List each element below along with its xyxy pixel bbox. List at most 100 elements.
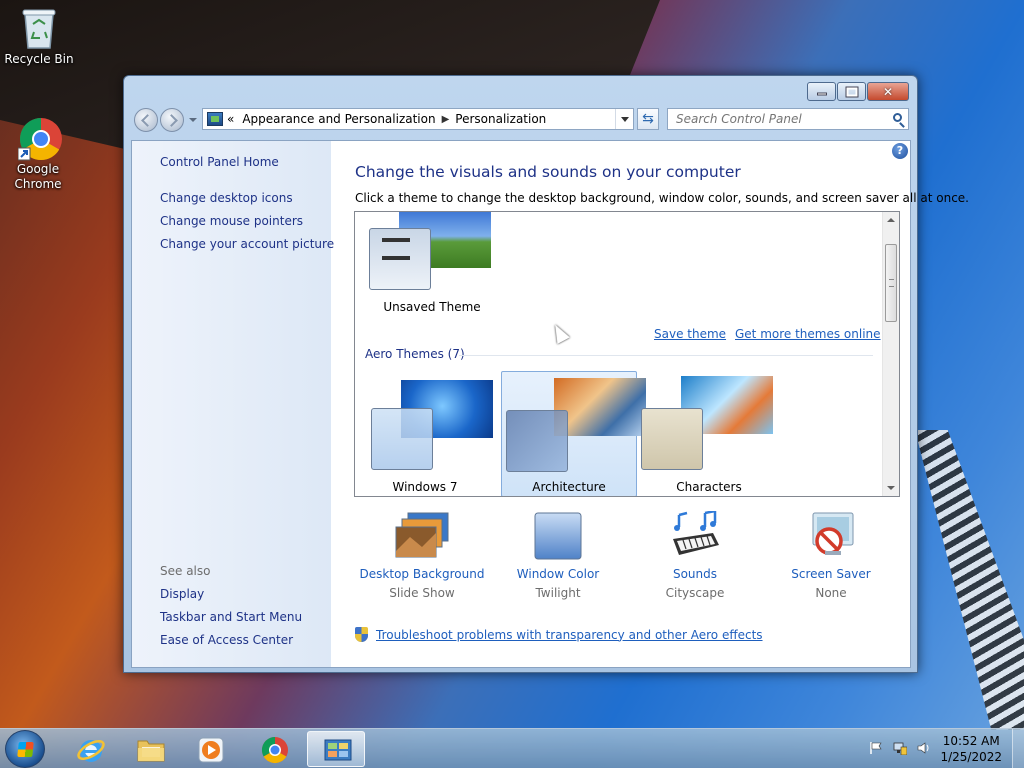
search-input[interactable]	[668, 109, 878, 129]
breadcrumb-appearance[interactable]: Appearance and Personalization	[242, 112, 435, 126]
scroll-thumb[interactable]	[885, 244, 897, 322]
refresh-button[interactable]: ⇆	[637, 108, 659, 130]
media-player-icon	[196, 735, 224, 763]
system-clock[interactable]: 10:52 AM 1/25/2022	[940, 733, 1002, 765]
ease-of-access-link[interactable]: Ease of Access Center	[160, 633, 293, 647]
main-content: ? Change the visuals and sounds on your …	[331, 141, 969, 667]
sounds-setting[interactable]: Sounds Cityscape	[627, 509, 763, 600]
screen-saver-icon	[803, 511, 859, 561]
theme-settings-bar: Desktop Background Slide Show Window Col…	[331, 509, 912, 611]
address-dropdown-button[interactable]	[615, 109, 633, 129]
change-desktop-icons-link[interactable]: Change desktop icons	[160, 191, 293, 205]
desktop-background-title: Desktop Background	[359, 567, 485, 581]
window-color-title: Window Color	[516, 567, 600, 581]
refresh-icon: ⇆	[642, 111, 654, 127]
control-panel-taskbar-icon	[323, 736, 352, 764]
action-center-flag-icon[interactable]	[869, 741, 883, 755]
theme-windows-7-label: Windows 7	[392, 480, 458, 494]
recycle-bin-icon	[19, 6, 59, 49]
screen-saver-title: Screen Saver	[791, 567, 871, 581]
window-color-setting[interactable]: Window Color Twilight	[490, 511, 626, 600]
personalization-window: ✕ « Appearance and Personalization ▶ Per…	[123, 75, 969, 673]
desktop-icon-google-chrome[interactable]: Google Chrome	[2, 116, 74, 192]
taskbar-media-player[interactable]	[181, 731, 239, 767]
desktop-background-setting[interactable]: Desktop Background Slide Show	[354, 511, 490, 600]
taskbar-control-panel[interactable]	[307, 731, 365, 767]
taskbar-internet-explorer[interactable]	[61, 731, 119, 767]
show-desktop-button[interactable]	[1012, 729, 1024, 768]
theme-architecture-window-preview	[506, 410, 568, 472]
control-panel-icon	[207, 112, 223, 126]
internet-explorer-icon	[76, 735, 105, 763]
minimize-icon	[816, 92, 827, 96]
chrome-icon	[17, 116, 62, 161]
caption-buttons: ✕	[806, 82, 909, 101]
search-box[interactable]	[667, 108, 909, 130]
theme-list-scrollbar[interactable]	[882, 212, 899, 496]
theme-windows-7-window-preview	[371, 408, 433, 470]
help-icon[interactable]: ?	[892, 143, 908, 159]
taskbar-google-chrome[interactable]	[245, 731, 303, 767]
start-button[interactable]	[5, 730, 45, 768]
window-color-icon	[530, 511, 586, 561]
sounds-value: Cityscape	[665, 586, 725, 600]
desktop-background-value: Slide Show	[389, 586, 455, 600]
theme-unsaved[interactable]: Unsaved Theme	[369, 212, 519, 314]
control-panel-home-link[interactable]: Control Panel Home	[160, 155, 279, 169]
change-mouse-pointers-link[interactable]: Change mouse pointers	[160, 214, 303, 228]
client-area: Control Panel Home Change desktop icons …	[131, 140, 969, 668]
forward-button[interactable]	[160, 108, 184, 132]
desktop-icon-recycle-bin[interactable]: Recycle Bin	[3, 6, 75, 67]
get-more-themes-link[interactable]: Get more themes online	[735, 327, 881, 341]
theme-list: Unsaved Theme Save theme Get more themes…	[354, 211, 900, 497]
address-back-chevrons[interactable]: «	[227, 112, 234, 126]
notification-area: 10:52 AM 1/25/2022	[854, 729, 1024, 768]
screen-saver-value: None	[815, 586, 847, 600]
theme-characters-label: Characters	[676, 480, 742, 494]
scroll-down-arrow-icon[interactable]	[887, 486, 895, 490]
search-icon[interactable]	[893, 113, 902, 122]
taskbar: 10:52 AM 1/25/2022	[0, 728, 1024, 768]
task-pane: Control Panel Home Change desktop icons …	[132, 141, 334, 667]
troubleshoot-aero-label: Troubleshoot problems with transparency …	[376, 627, 763, 642]
back-button[interactable]	[134, 108, 158, 132]
recent-pages-dropdown[interactable]	[189, 118, 197, 122]
taskbar-windows-explorer[interactable]	[121, 731, 179, 767]
address-bar[interactable]: « Appearance and Personalization ▶ Perso…	[202, 108, 634, 130]
theme-architecture[interactable]: Architecture	[501, 371, 646, 496]
folder-icon	[136, 735, 165, 763]
theme-characters[interactable]: Characters	[641, 370, 777, 496]
theme-architecture-label: Architecture	[532, 480, 606, 494]
maximize-icon	[845, 86, 858, 97]
page-title: Change the visuals and sounds on your co…	[355, 163, 741, 181]
minimize-button[interactable]	[807, 82, 836, 101]
desktop-background-icon	[394, 511, 450, 561]
close-button[interactable]: ✕	[867, 82, 909, 101]
theme-windows-7[interactable]: Windows 7	[357, 370, 493, 496]
chrome-taskbar-icon	[260, 735, 288, 764]
see-also-heading: See also	[160, 564, 211, 578]
troubleshoot-aero-link[interactable]: Troubleshoot problems with transparency …	[355, 627, 763, 642]
change-account-picture-link[interactable]: Change your account picture	[160, 237, 334, 251]
scroll-up-arrow-icon[interactable]	[887, 218, 895, 222]
theme-characters-window-preview	[641, 408, 703, 470]
display-link[interactable]: Display	[160, 587, 204, 601]
save-theme-link[interactable]: Save theme	[654, 327, 726, 341]
screen-saver-setting[interactable]: Screen Saver None	[763, 511, 899, 600]
breadcrumb-separator[interactable]: ▶	[442, 114, 450, 125]
clock-date: 1/25/2022	[940, 750, 1002, 764]
sounds-title: Sounds	[672, 567, 718, 581]
desktop-wallpaper-structure	[915, 430, 1024, 730]
shield-icon	[355, 627, 368, 642]
taskbar-start-menu-link[interactable]: Taskbar and Start Menu	[160, 610, 302, 624]
maximize-button[interactable]	[837, 82, 866, 101]
navigation-bar: « Appearance and Personalization ▶ Perso…	[132, 106, 909, 134]
volume-icon[interactable]	[917, 741, 931, 755]
sounds-icon	[667, 509, 723, 561]
clock-time: 10:52 AM	[942, 734, 1000, 748]
theme-unsaved-window-preview	[369, 228, 431, 290]
breadcrumb-personalization[interactable]: Personalization	[455, 112, 546, 126]
group-divider	[459, 355, 873, 356]
network-icon[interactable]	[893, 741, 908, 756]
page-description: Click a theme to change the desktop back…	[355, 191, 969, 205]
